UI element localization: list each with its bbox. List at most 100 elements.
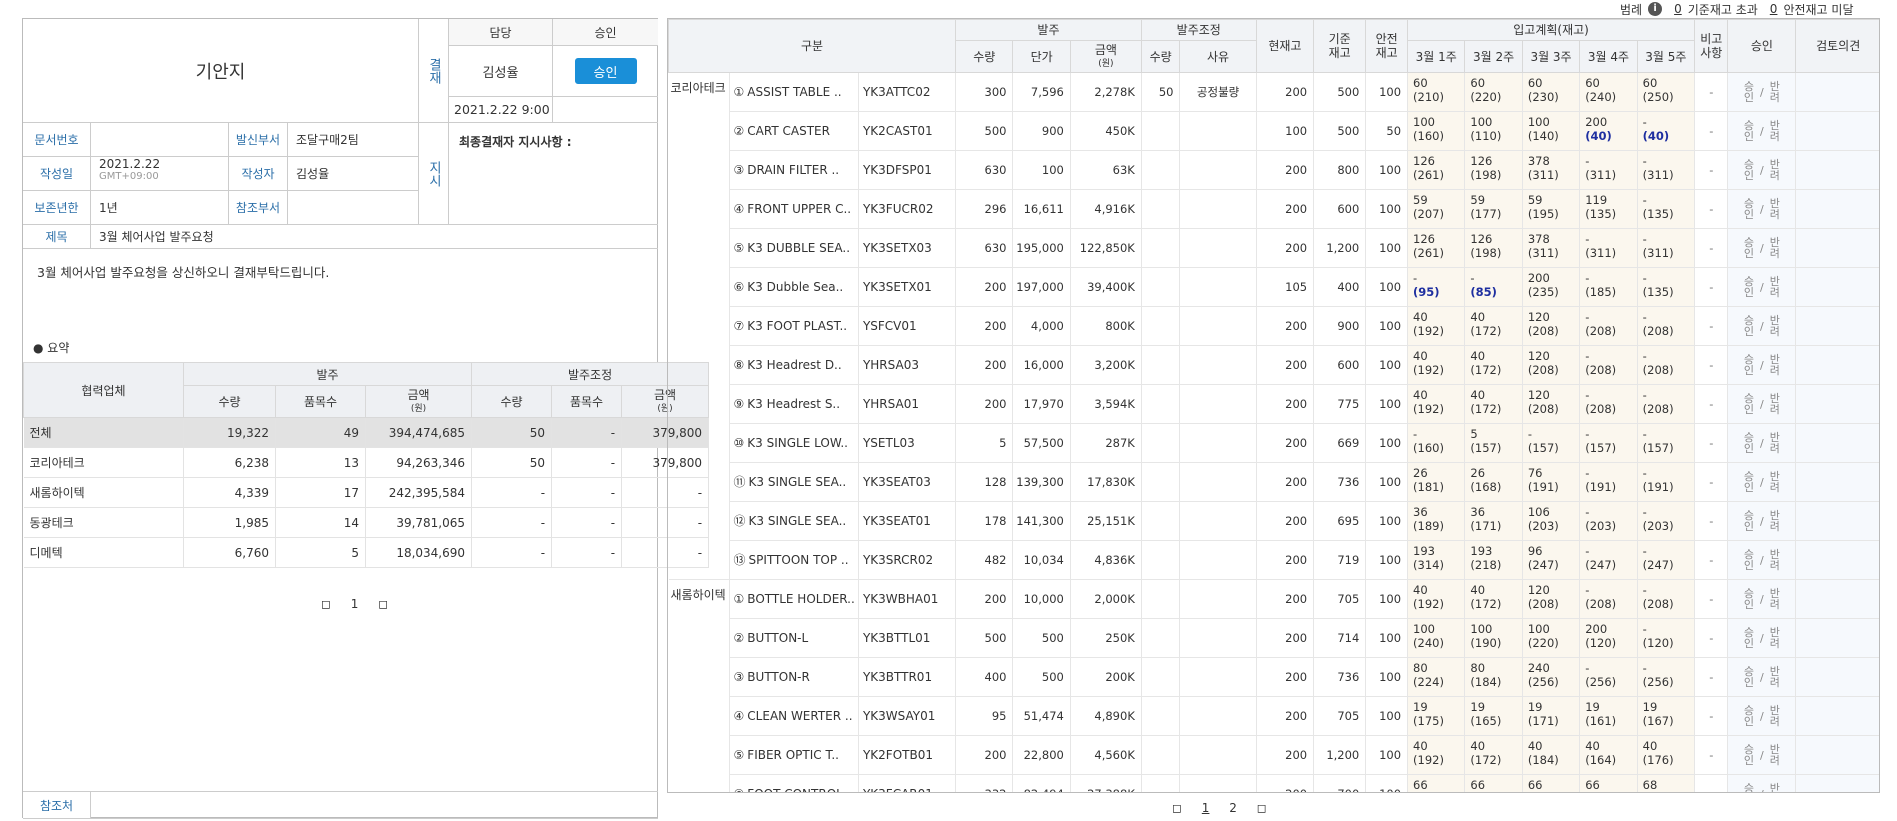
reject-option[interactable]: 반 려 <box>1770 510 1780 532</box>
review-comment[interactable] <box>1795 774 1879 792</box>
item-name[interactable]: ④ CLEAN WERTER .. <box>729 696 859 736</box>
approve-option[interactable]: 승 인 <box>1744 315 1754 337</box>
item-name[interactable]: ⑩ K3 SINGLE LOW.. <box>729 423 859 463</box>
review-comment[interactable] <box>1795 189 1879 229</box>
pager-prev[interactable]: ◻ <box>1172 801 1182 815</box>
plan-stock: (157) <box>1527 441 1559 455</box>
item-name[interactable]: ③ BUTTON-R <box>729 657 859 697</box>
item-name[interactable]: ② BUTTON-L <box>729 618 859 658</box>
pager-next[interactable]: ◻ <box>378 597 388 611</box>
approve-toggle: 승 인 / 반 려 <box>1727 111 1797 151</box>
reject-option[interactable]: 반 려 <box>1770 783 1780 792</box>
pager-page-2[interactable]: 2 <box>1229 801 1237 815</box>
approve-option[interactable]: 승 인 <box>1744 354 1754 376</box>
reject-option[interactable]: 반 려 <box>1770 705 1780 727</box>
review-comment[interactable] <box>1795 72 1879 112</box>
item-name[interactable]: ⑥FOOT CONTROL .. <box>729 774 859 792</box>
item-name[interactable]: ② CART CASTER <box>729 111 859 151</box>
approve-option[interactable]: 승 인 <box>1744 393 1754 415</box>
approve-option[interactable]: 승 인 <box>1744 159 1754 181</box>
reject-option[interactable]: 반 려 <box>1770 315 1780 337</box>
approve-option[interactable]: 승 인 <box>1744 432 1754 454</box>
approve-option[interactable]: 승 인 <box>1744 666 1754 688</box>
reject-option[interactable]: 반 려 <box>1770 432 1780 454</box>
approve-option[interactable]: 승 인 <box>1744 198 1754 220</box>
week-plan-1: 126 (261) <box>1407 228 1466 268</box>
item-name[interactable]: ④ FRONT UPPER C.. <box>729 189 859 229</box>
reject-option[interactable]: 반 려 <box>1770 471 1780 493</box>
item-name[interactable]: ⑧ K3 Headrest D.. <box>729 345 859 385</box>
review-comment[interactable] <box>1795 384 1879 424</box>
review-comment[interactable] <box>1795 540 1879 580</box>
review-comment[interactable] <box>1795 696 1879 736</box>
review-comment[interactable] <box>1795 345 1879 385</box>
pager-next[interactable]: ◻ <box>1257 801 1267 815</box>
approve-option[interactable]: 승 인 <box>1744 783 1754 792</box>
item-code: YSFCV01 <box>858 306 957 346</box>
item-name[interactable]: ⑫ K3 SINGLE SEA.. <box>729 501 859 541</box>
reject-option[interactable]: 반 려 <box>1770 198 1780 220</box>
item-name[interactable]: ⑨ K3 Headrest S.. <box>729 384 859 424</box>
item-name[interactable]: ⑤ K3 DUBBLE SEA.. <box>729 228 859 268</box>
approve-option[interactable]: 승 인 <box>1744 549 1754 571</box>
item-no: ④ <box>733 709 745 723</box>
reject-option[interactable]: 반 려 <box>1770 393 1780 415</box>
approve-option[interactable]: 승 인 <box>1744 276 1754 298</box>
pager-prev[interactable]: ◻ <box>321 597 331 611</box>
approve-option[interactable]: 승 인 <box>1744 744 1754 766</box>
review-comment[interactable] <box>1795 618 1879 658</box>
item-code: YK3BTTL01 <box>858 618 957 658</box>
review-comment[interactable] <box>1795 501 1879 541</box>
reject-option[interactable]: 반 려 <box>1770 159 1780 181</box>
review-comment[interactable] <box>1795 150 1879 190</box>
review-comment[interactable] <box>1795 579 1879 619</box>
review-comment[interactable] <box>1795 657 1879 697</box>
plan-stock: (220) <box>1527 636 1559 650</box>
approve-option[interactable]: 승 인 <box>1744 471 1754 493</box>
item-label: K3 SINGLE SEA.. <box>748 514 847 528</box>
reject-option[interactable]: 반 려 <box>1770 744 1780 766</box>
week-plan-3: 240 (256) <box>1522 657 1581 697</box>
review-comment[interactable] <box>1795 111 1879 151</box>
item-name[interactable]: ⑬ SPITTOON TOP .. <box>729 540 859 580</box>
h-partner: 협력업체 <box>23 362 184 418</box>
item-name[interactable]: ① BOTTLE HOLDER.. <box>729 579 859 619</box>
approve-option[interactable]: 승 인 <box>1744 705 1754 727</box>
item-name[interactable]: ⑪ K3 SINGLE SEA.. <box>729 462 859 502</box>
approve-button[interactable]: 승인 <box>574 58 637 84</box>
review-comment[interactable] <box>1795 306 1879 346</box>
reject-option[interactable]: 반 려 <box>1770 588 1780 610</box>
review-comment[interactable] <box>1795 228 1879 268</box>
approve-option[interactable]: 승 인 <box>1744 510 1754 532</box>
item-name[interactable]: ③ DRAIN FILTER .. <box>729 150 859 190</box>
item-name[interactable]: ⑤ FIBER OPTIC T.. <box>729 735 859 775</box>
item-name[interactable]: ⑦ K3 FOOT PLAST.. <box>729 306 859 346</box>
adjust-qty <box>1141 189 1181 229</box>
approve-option[interactable]: 승 인 <box>1744 627 1754 649</box>
order-price: 141,300 <box>1012 501 1071 541</box>
review-comment[interactable] <box>1795 423 1879 463</box>
item-name[interactable]: ⑥ K3 Dubble Sea.. <box>729 267 859 307</box>
approve-option[interactable]: 승 인 <box>1744 588 1754 610</box>
approve-option[interactable]: 승 인 <box>1744 81 1754 103</box>
summary-row: 전체 19,322 49 394,474,685 50-379,800 <box>23 417 710 448</box>
pager-page-1[interactable]: 1 <box>351 597 359 611</box>
review-comment[interactable] <box>1795 735 1879 775</box>
review-comment[interactable] <box>1795 462 1879 502</box>
approve-option[interactable]: 승 인 <box>1744 237 1754 259</box>
reject-option[interactable]: 반 려 <box>1770 666 1780 688</box>
reject-option[interactable]: 반 려 <box>1770 120 1780 142</box>
reject-option[interactable]: 반 려 <box>1770 627 1780 649</box>
reject-option[interactable]: 반 려 <box>1770 81 1780 103</box>
pager-page-1[interactable]: 1 <box>1202 801 1210 815</box>
reject-option[interactable]: 반 려 <box>1770 354 1780 376</box>
approve-option[interactable]: 승 인 <box>1744 120 1754 142</box>
plan-stock: (256) <box>1642 675 1674 689</box>
item-name[interactable]: ① ASSIST TABLE .. <box>729 72 859 112</box>
reject-option[interactable]: 반 려 <box>1770 276 1780 298</box>
review-comment[interactable] <box>1795 267 1879 307</box>
reject-option[interactable]: 반 려 <box>1770 237 1780 259</box>
safe-stock: 100 <box>1365 189 1409 229</box>
info-icon[interactable]: i <box>1648 2 1663 16</box>
reject-option[interactable]: 반 려 <box>1770 549 1780 571</box>
